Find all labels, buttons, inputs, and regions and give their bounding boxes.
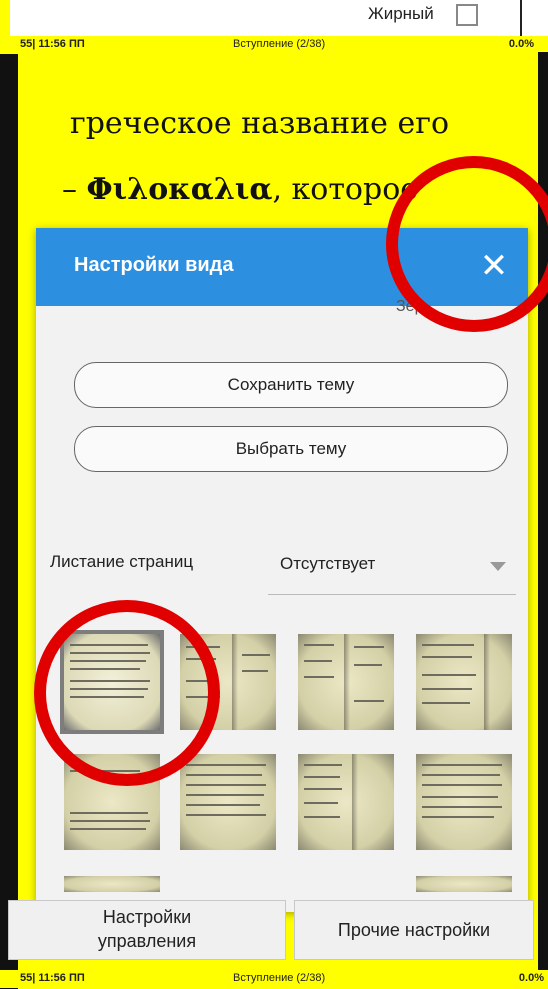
chapter-label: Вступление (2/38)	[233, 972, 326, 984]
theme-thumbnail-4[interactable]	[412, 630, 516, 734]
theme-thumbnail-2[interactable]	[176, 630, 280, 734]
page-flip-label: Листание страниц	[50, 552, 194, 571]
left-border	[0, 54, 18, 989]
page-time: 55| 11:56 ПП	[20, 38, 85, 50]
dialog-header: Настройки вида ✕	[36, 228, 528, 306]
progress-label: 0.0%	[518, 972, 544, 984]
view-settings-dialog: Настройки вида ✕ Зер Сохранить тему Выбр…	[8, 228, 534, 960]
line2-rest: , которое	[272, 172, 419, 207]
progress-label: 0.0%	[508, 38, 534, 50]
book-line-1: греческое название его	[70, 106, 449, 141]
chevron-down-icon	[490, 562, 506, 571]
close-icon[interactable]: ✕	[472, 244, 516, 288]
bold-checkbox[interactable]	[456, 4, 478, 26]
control-settings-label: Настройки управления	[97, 907, 197, 951]
status-bar-bottom: 55| 11:56 ПП Вступление (2/38) 0.0%	[0, 970, 548, 988]
right-border	[538, 52, 548, 987]
greek-word: Φιλοκαλια	[86, 172, 273, 207]
dash: –	[62, 172, 77, 207]
page-time: 55| 11:56 ПП	[20, 972, 85, 984]
page-flip-select[interactable]: Отсутствует	[268, 544, 516, 595]
book-line-2: – Φιλοκαλια, которое	[62, 172, 418, 207]
theme-thumbnail-7[interactable]	[294, 750, 398, 854]
bold-label: Жирный	[368, 4, 434, 23]
chapter-label: Вступление (2/38)	[233, 38, 326, 50]
control-settings-button[interactable]: Настройки управления	[8, 900, 286, 960]
book-text-area: греческое название его – Φιλοκαλια, кото…	[0, 54, 548, 220]
left-strip	[0, 0, 10, 36]
dialog-title: Настройки вида	[74, 254, 234, 276]
theme-thumbnail-3[interactable]	[294, 630, 398, 734]
right-strip	[520, 0, 548, 36]
theme-thumbnail-1[interactable]	[60, 630, 164, 734]
theme-thumbnail-8[interactable]	[412, 750, 516, 854]
obscured-text: Зер	[396, 298, 424, 315]
theme-thumbnail-6[interactable]	[176, 750, 280, 854]
theme-thumbnail-10[interactable]	[412, 872, 516, 896]
page-flip-value: Отсутствует	[280, 554, 376, 573]
save-theme-button[interactable]: Сохранить тему	[74, 362, 508, 408]
other-settings-button[interactable]: Прочие настройки	[294, 900, 534, 960]
theme-thumbnail-9[interactable]	[60, 872, 164, 896]
status-bar-top: 55| 11:56 ПП Вступление (2/38) 0.0%	[0, 36, 548, 54]
theme-thumbnail-5[interactable]	[60, 750, 164, 854]
choose-theme-button[interactable]: Выбрать тему	[74, 426, 508, 472]
